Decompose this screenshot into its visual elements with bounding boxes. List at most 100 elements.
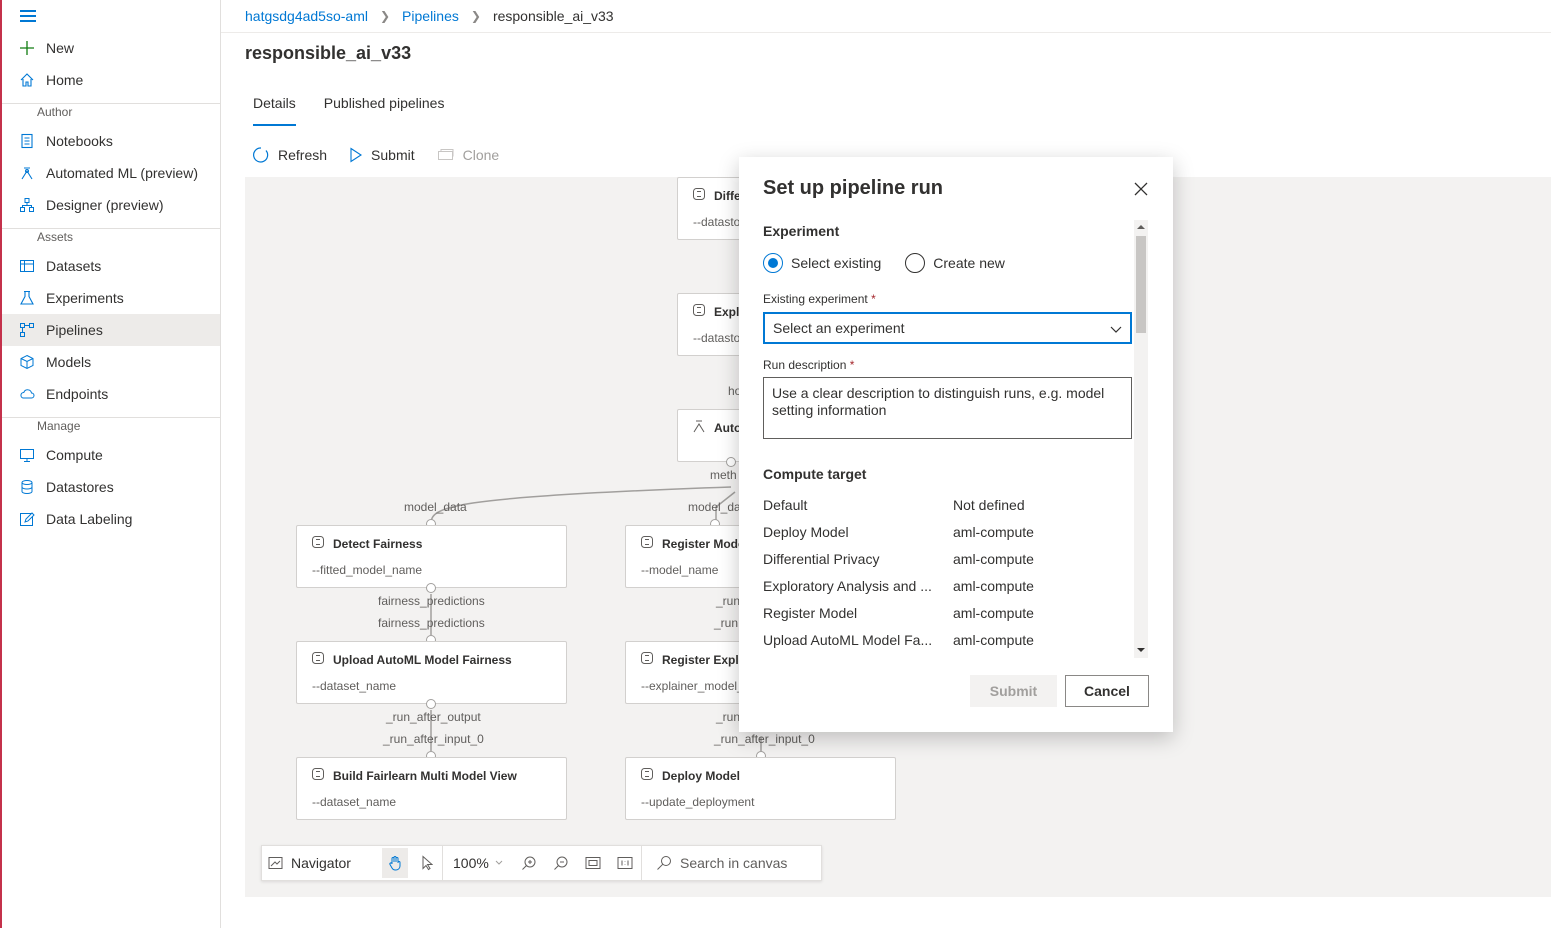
actual-size-icon [617,856,633,870]
sidebar-item-label: Compute [46,447,103,463]
edge-label: meth [710,468,737,482]
edge-label: _run_after_output [386,710,481,724]
actual-size-button[interactable] [609,856,641,870]
sidebar-item-home[interactable]: Home [2,64,220,96]
zoom-in-button[interactable] [513,855,545,871]
breadcrumb: hatgsdg4ad5so-aml ❯ Pipelines ❯ responsi… [245,8,614,24]
sidebar-item-compute[interactable]: Compute [2,439,220,471]
node-title: Diffe [714,189,741,203]
sidebar-item-notebooks[interactable]: Notebooks [2,125,220,157]
output-port[interactable] [726,457,736,467]
pipeline-node[interactable]: Upload AutoML Model Fairness --dataset_n… [296,641,567,704]
sidebar-item-new[interactable]: New [2,32,220,64]
scrollbar-thumb[interactable] [1136,236,1146,333]
sidebar-item-endpoints[interactable]: Endpoints [2,378,220,410]
compute-value: aml-compute [953,551,1034,567]
experiment-radio-group: Select existing Create new [763,253,1005,273]
compute-target-section-label: Compute target [763,466,867,482]
pipeline-node[interactable]: Build Fairlearn Multi Model View --datas… [296,757,567,820]
close-icon[interactable] [1132,180,1150,198]
python-module-icon [311,535,325,554]
sidebar-item-label: Datasets [46,258,102,274]
sidebar-item-designer[interactable]: Designer (preview) [2,189,220,221]
navigator-toggle[interactable]: Navigator [262,855,382,871]
sidebar-item-data-labeling[interactable]: Data Labeling [2,503,220,535]
clone-button[interactable]: Clone [437,147,500,163]
python-module-icon [311,767,325,786]
breadcrumb-workspace-link[interactable]: hatgsdg4ad5so-aml [245,8,368,24]
output-port[interactable] [426,583,436,593]
experiment-section-label: Experiment [763,223,840,239]
output-port[interactable] [426,699,436,709]
pan-tool-button[interactable] [382,848,408,878]
sidebar-item-label: Endpoints [46,386,109,402]
sidebar-item-automated-ml[interactable]: Automated ML (preview) [2,157,220,189]
node-param: --datasto [693,331,741,345]
submit-button[interactable]: Submit [349,147,415,163]
sidebar-item-label: Experiments [46,290,124,306]
chevron-right-icon: ❯ [470,9,481,23]
fit-to-screen-button[interactable] [577,856,609,870]
breadcrumb-pipelines-link[interactable]: Pipelines [402,8,459,24]
compute-step: Differential Privacy [763,551,880,567]
edge-label: _run [716,710,741,724]
database-icon [18,478,36,496]
sidebar-item-experiments[interactable]: Experiments [2,282,220,314]
radio-select-existing[interactable]: Select existing [763,253,881,273]
radio-checked [763,253,783,273]
dialog-cancel-button[interactable]: Cancel [1065,675,1149,707]
compute-value: aml-compute [953,524,1034,540]
clone-label: Clone [462,147,500,163]
select-tool-button[interactable] [412,855,442,871]
hamburger-menu-icon[interactable] [20,8,40,24]
sidebar-item-datastores[interactable]: Datastores [2,471,220,503]
navigator-icon [268,856,283,870]
tab-published-pipelines[interactable]: Published pipelines [324,95,445,126]
radio-label: Select existing [791,255,882,271]
sidebar-item-models[interactable]: Models [2,346,220,378]
edge-label: fairness_predictions [378,616,485,630]
cube-icon [18,353,36,371]
tab-details[interactable]: Details [253,95,296,126]
compute-row: Differential Privacy aml-compute [763,551,1123,567]
divider [2,228,220,229]
existing-experiment-dropdown[interactable]: Select an experiment [763,312,1132,344]
sidebar-item-pipelines[interactable]: Pipelines [2,314,220,346]
dialog-scrollbar[interactable] [1134,220,1148,658]
scroll-up-arrow-icon[interactable] [1137,224,1145,230]
edge-label: _run [716,594,741,608]
dialog-submit-button[interactable]: Submit [970,675,1057,707]
canvas-search-input[interactable]: Search in canvas [642,855,821,871]
scroll-down-arrow-icon[interactable] [1137,647,1145,653]
compute-row: Upload AutoML Model Fa... aml-compute [763,632,1123,648]
node-param: --update_deployment [641,795,755,809]
textarea-placeholder: Use a clear description to distinguish r… [772,385,1105,418]
zoom-level-dropdown[interactable]: 100% [443,855,513,871]
node-title: Build Fairlearn Multi Model View [333,769,517,783]
compute-value: Not defined [953,497,1025,513]
pipeline-node[interactable]: Deploy Model --update_deployment [625,757,896,820]
notebook-icon [18,132,36,150]
compute-value: aml-compute [953,578,1034,594]
submit-label: Submit [371,147,415,163]
refresh-button[interactable]: Refresh [252,146,327,164]
fit-screen-icon [585,856,601,870]
zoom-level: 100% [453,855,489,871]
label-text: Existing experiment [763,292,868,306]
run-description-input[interactable]: Use a clear description to distinguish r… [763,377,1132,439]
sidebar-item-label: Models [46,354,92,370]
radio-create-new[interactable]: Create new [905,253,1005,273]
compute-step: Default [763,497,808,513]
pipeline-node[interactable]: Detect Fairness --fitted_model_name [296,525,567,588]
python-module-icon [640,535,654,554]
python-module-icon [692,187,706,206]
play-icon [349,147,363,163]
zoom-in-icon [521,855,537,871]
compute-step: Exploratory Analysis and ... [763,578,932,594]
python-module-icon [311,651,325,670]
section-author: Author [37,105,73,119]
zoom-out-button[interactable] [545,855,577,871]
page-title: responsible_ai_v33 [245,43,412,63]
compute-row: Register Model aml-compute [763,605,1123,621]
sidebar-item-datasets[interactable]: Datasets [2,250,220,282]
